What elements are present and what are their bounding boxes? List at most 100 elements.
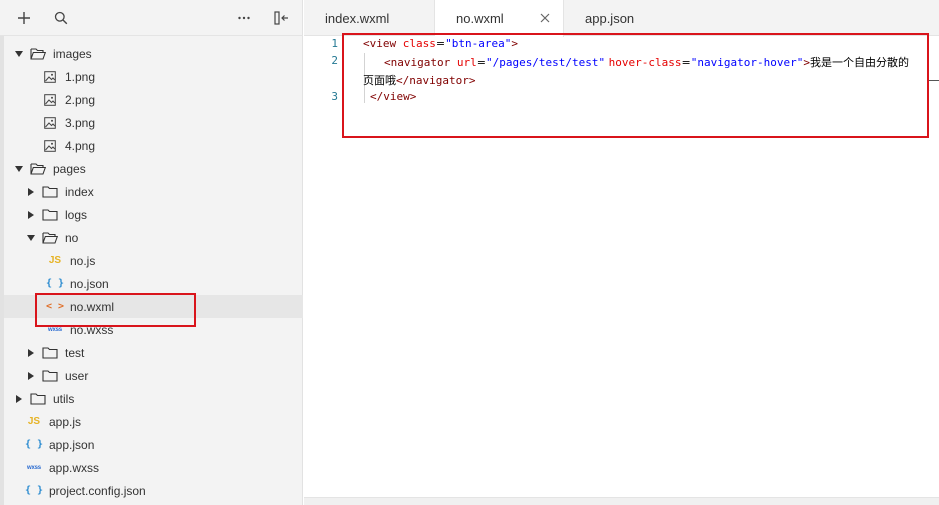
- tree-item-label: logs: [65, 207, 88, 222]
- search-icon[interactable]: [50, 7, 72, 29]
- code-token: </view>: [370, 90, 417, 103]
- tree-item-3-png[interactable]: 3.png: [4, 111, 303, 134]
- code-token: "btn-area": [445, 37, 512, 50]
- tree-item-label: utils: [53, 391, 75, 406]
- line-number: 1: [331, 37, 338, 50]
- folder-icon: [41, 208, 59, 222]
- code-token: "/pages/test/test": [485, 56, 606, 69]
- code-token: =: [476, 56, 486, 69]
- folder-icon: [41, 346, 59, 360]
- code-token: <view: [363, 37, 403, 50]
- file-explorer-sidebar: images 1.png 2.png 3.png 4.png pages index logs…: [0, 0, 303, 505]
- chevron-right-icon[interactable]: [26, 210, 36, 220]
- tree-item-test[interactable]: test: [4, 341, 303, 364]
- tree-item-app-js[interactable]: JS app.js: [4, 410, 303, 433]
- tree-item-label: 3.png: [65, 115, 96, 130]
- editor-tab-bar: index.wxml no.wxml app.json: [304, 0, 939, 37]
- code-token: hover-class: [608, 56, 682, 69]
- code-token: =: [435, 37, 446, 50]
- json-file-icon: { }: [24, 485, 44, 496]
- folder-icon: [29, 392, 47, 406]
- tree-item-label: no: [65, 230, 79, 245]
- tab-index-wxml[interactable]: index.wxml: [304, 0, 435, 36]
- tab-app-json[interactable]: app.json: [564, 0, 664, 36]
- line-number: 3: [331, 90, 338, 103]
- tree-item-label: test: [65, 345, 85, 360]
- chevron-down-icon[interactable]: [26, 233, 36, 243]
- js-file-icon: JS: [48, 255, 62, 266]
- tree-item-label: no.json: [70, 276, 109, 291]
- chevron-right-icon[interactable]: [26, 348, 36, 358]
- tree-item-no-wxss[interactable]: wxss no.wxss: [4, 318, 303, 341]
- horizontal-scrollbar[interactable]: [304, 497, 939, 505]
- tree-item-label: index: [65, 184, 94, 199]
- wxss-file-icon: wxss: [48, 326, 62, 333]
- code-line: <navigator url="/pages/test/test" hover-…: [384, 54, 909, 70]
- chevron-down-icon[interactable]: [14, 164, 24, 174]
- more-icon[interactable]: [233, 7, 255, 29]
- tree-item-label: 1.png: [65, 69, 96, 84]
- chevron-right-icon[interactable]: [14, 394, 24, 404]
- tree-item-index[interactable]: index: [4, 180, 303, 203]
- tree-item-app-wxss[interactable]: wxss app.wxss: [4, 456, 303, 479]
- tree-item-label: app.wxss: [49, 460, 100, 475]
- code-token: class: [402, 37, 436, 50]
- folder-open-icon: [41, 231, 59, 245]
- folder-icon: [41, 185, 59, 199]
- chevron-right-icon[interactable]: [26, 371, 36, 381]
- tree-item-app-json[interactable]: { } app.json: [4, 433, 303, 456]
- chevron-down-icon[interactable]: [14, 49, 24, 59]
- tree-item-1-png[interactable]: 1.png: [4, 65, 303, 88]
- line-number: 2: [331, 54, 338, 67]
- folder-icon: [41, 369, 59, 383]
- code-token: >: [511, 37, 518, 50]
- tree-item-user[interactable]: user: [4, 364, 303, 387]
- tree-item-label: pages: [53, 161, 86, 176]
- tree-item-no-wxml[interactable]: < > no.wxml: [4, 295, 303, 318]
- tab-no-wxml[interactable]: no.wxml: [435, 0, 564, 37]
- code-line: <view class="btn-area">: [363, 37, 518, 50]
- tree-item-2-png[interactable]: 2.png: [4, 88, 303, 111]
- tab-label: index.wxml: [325, 10, 390, 26]
- chevron-right-icon[interactable]: [26, 187, 36, 197]
- code-line: 页面哦</navigator>: [363, 72, 475, 88]
- code-token: =: [681, 56, 691, 69]
- tree-item-no-js[interactable]: JS no.js: [4, 249, 303, 272]
- tree-item-label: app.js: [49, 414, 82, 429]
- tree-item-logs[interactable]: logs: [4, 203, 303, 226]
- image-file-icon: [41, 93, 59, 107]
- wxss-file-icon: wxss: [27, 464, 41, 471]
- tree-item-images[interactable]: images: [4, 42, 303, 65]
- tree-item-utils[interactable]: utils: [4, 387, 303, 410]
- tree-item-4-png[interactable]: 4.png: [4, 134, 303, 157]
- tree-item-no[interactable]: no: [4, 226, 303, 249]
- code-token: >: [803, 56, 810, 69]
- tree-item-label: no.wxss: [70, 322, 114, 337]
- tree-item-label: no.js: [70, 253, 96, 268]
- tree-item-label: project.config.json: [49, 483, 146, 498]
- json-file-icon: { }: [45, 278, 65, 289]
- tree-item-label: app.json: [49, 437, 95, 452]
- overview-ruler-mark: [928, 80, 939, 81]
- code-editor[interactable]: 1 2 3 <view class="btn-area"> <navigator…: [304, 37, 939, 497]
- code-token: </navigator>: [396, 74, 476, 87]
- js-file-icon: JS: [27, 416, 41, 427]
- code-token: url: [456, 56, 477, 69]
- code-token: 我是一个自由分散的: [809, 56, 909, 69]
- tab-label: no.wxml: [456, 11, 504, 26]
- code-line: </view>: [370, 90, 416, 103]
- tree-item-no-json[interactable]: { } no.json: [4, 272, 303, 295]
- tab-label: app.json: [585, 10, 635, 26]
- tree-item-project-config-json[interactable]: { } project.config.json: [4, 479, 303, 502]
- tree-item-label: 4.png: [65, 138, 96, 153]
- code-token: 页面哦: [363, 74, 396, 87]
- tree-item-pages[interactable]: pages: [4, 157, 303, 180]
- tree-item-label: 2.png: [65, 92, 96, 107]
- folder-open-icon: [29, 47, 47, 61]
- collapse-sidebar-icon[interactable]: [271, 7, 293, 29]
- json-file-icon: { }: [24, 439, 44, 450]
- tree-item-label: images: [53, 46, 92, 61]
- close-icon[interactable]: [539, 12, 551, 24]
- add-icon[interactable]: [13, 7, 35, 29]
- image-file-icon: [41, 116, 59, 130]
